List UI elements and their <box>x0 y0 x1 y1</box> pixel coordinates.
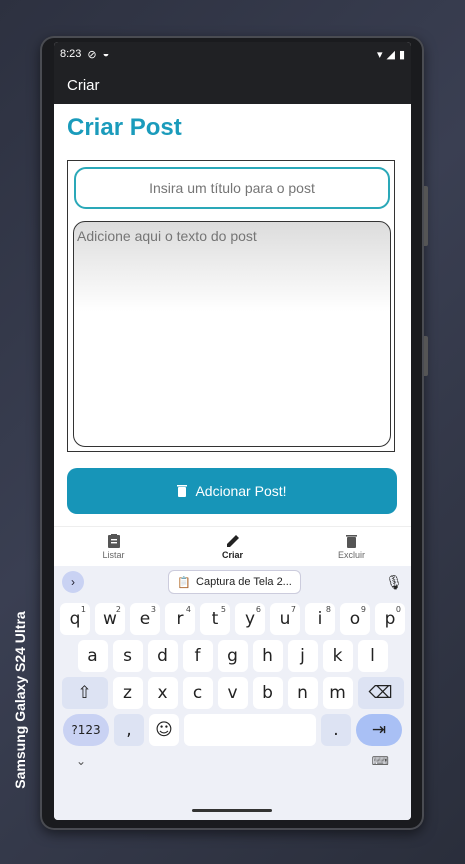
key-w[interactable]: w2 <box>95 603 125 635</box>
key-q[interactable]: q1 <box>60 603 90 635</box>
hide-keyboard-icon[interactable]: ⌄ <box>76 754 86 768</box>
page-title: Criar Post <box>67 114 182 141</box>
space-key[interactable] <box>184 714 316 746</box>
key-n[interactable]: n <box>287 677 318 709</box>
tab-listar-label: Listar <box>102 550 125 560</box>
key-d[interactable]: d <box>147 640 178 672</box>
app-bar-title: Criar <box>67 76 100 94</box>
key-number-hint: 4 <box>185 605 191 614</box>
key-row-3: ⇧ zxcvbnm ⌫ <box>54 677 411 709</box>
key-number-hint: 1 <box>80 605 86 614</box>
key-v[interactable]: v <box>217 677 248 709</box>
emoji-key[interactable]: ☺ <box>149 714 179 746</box>
key-t[interactable]: t5 <box>200 603 230 635</box>
key-number-hint: 7 <box>290 605 296 614</box>
tab-excluir-label: Excluir <box>337 550 365 560</box>
key-x[interactable]: x <box>147 677 178 709</box>
trash-icon <box>346 535 357 548</box>
tab-excluir[interactable]: Excluir <box>292 527 411 567</box>
battery-icon: ▮ <box>398 48 405 61</box>
bottom-nav: Listar Criar Excluir <box>54 526 411 567</box>
sync-icon: ◒ <box>102 48 110 60</box>
key-m[interactable]: m <box>322 677 353 709</box>
screen: 8:23 ⊘ ◒ ▾ ◢ ▮ Criar Criar Post Adcionar… <box>54 42 411 820</box>
add-post-button[interactable]: Adcionar Post! <box>67 468 397 514</box>
key-number-hint: 2 <box>115 605 121 614</box>
text-input[interactable] <box>73 221 391 447</box>
key-number-hint: 8 <box>325 605 331 614</box>
period-key[interactable]: . <box>321 714 351 746</box>
key-k[interactable]: k <box>322 640 353 672</box>
suggestion-bar: › 📋 Captura de Tela 2... 🎙 <box>54 566 411 598</box>
key-j[interactable]: j <box>287 640 318 672</box>
backspace-key[interactable]: ⌫ <box>357 677 404 709</box>
key-number-hint: 6 <box>255 605 261 614</box>
tab-criar[interactable]: Criar <box>173 527 292 567</box>
trash-icon <box>177 485 188 497</box>
key-g[interactable]: g <box>217 640 248 672</box>
keyboard: › 📋 Captura de Tela 2... 🎙 q1w2e3r4t5y6u… <box>54 566 411 820</box>
clipboard-chip[interactable]: 📋 Captura de Tela 2... <box>168 570 301 594</box>
signal-icon: ◢ <box>386 48 395 61</box>
key-z[interactable]: z <box>112 677 143 709</box>
wifi-icon: ▾ <box>376 48 383 61</box>
shift-key[interactable]: ⇧ <box>61 677 108 709</box>
clipboard-icon: 📋 <box>177 576 192 589</box>
key-number-hint: 5 <box>220 605 226 614</box>
enter-key[interactable]: ⇥ <box>356 714 402 746</box>
key-c[interactable]: c <box>182 677 213 709</box>
key-number-hint: 9 <box>360 605 366 614</box>
comma-key[interactable]: , <box>114 714 144 746</box>
clipboard-icon <box>107 534 120 548</box>
home-indicator[interactable] <box>192 809 272 812</box>
key-i[interactable]: i8 <box>305 603 335 635</box>
tab-listar[interactable]: Listar <box>54 527 173 567</box>
tab-criar-label: Criar <box>221 550 243 560</box>
key-p[interactable]: p0 <box>375 603 405 635</box>
status-time: 8:23 <box>60 48 82 60</box>
key-row-1: q1w2e3r4t5y6u7i8o9p0 <box>54 603 411 635</box>
key-r[interactable]: r4 <box>165 603 195 635</box>
key-u[interactable]: u7 <box>270 603 300 635</box>
key-h[interactable]: h <box>252 640 283 672</box>
device-label: Samsung Galaxy S24 Ultra <box>12 611 28 789</box>
app-bar: Criar <box>54 66 411 104</box>
key-number-hint: 0 <box>395 605 401 614</box>
add-post-label: Adcionar Post! <box>195 483 287 499</box>
key-l[interactable]: l <box>357 640 388 672</box>
title-input[interactable] <box>74 167 390 209</box>
post-form <box>67 160 395 452</box>
key-b[interactable]: b <box>252 677 283 709</box>
key-number-hint: 3 <box>150 605 156 614</box>
power-button <box>424 336 428 376</box>
dnd-icon: ⊘ <box>87 48 97 61</box>
phone-frame: 8:23 ⊘ ◒ ▾ ◢ ▮ Criar Criar Post Adcionar… <box>40 36 428 830</box>
keyboard-switch-icon[interactable]: ⌨ <box>372 754 389 768</box>
key-row-2: asdfghjkl <box>54 640 411 672</box>
key-a[interactable]: a <box>77 640 108 672</box>
keyboard-nav: ⌄ ⌨ <box>54 754 411 768</box>
clipboard-chip-label: Captura de Tela 2... <box>196 576 292 588</box>
key-f[interactable]: f <box>182 640 213 672</box>
mic-icon[interactable]: 🎙 <box>385 574 403 591</box>
key-row-4: ?123 , ☺ . ⇥ <box>54 714 411 746</box>
pencil-icon <box>226 535 239 547</box>
key-y[interactable]: y6 <box>235 603 265 635</box>
expand-toolbar-icon[interactable]: › <box>62 571 84 593</box>
key-o[interactable]: o9 <box>340 603 370 635</box>
volume-button <box>424 186 428 246</box>
status-bar: 8:23 ⊘ ◒ ▾ ◢ ▮ <box>54 42 411 66</box>
symbols-key[interactable]: ?123 <box>63 714 109 746</box>
key-e[interactable]: e3 <box>130 603 160 635</box>
key-s[interactable]: s <box>112 640 143 672</box>
